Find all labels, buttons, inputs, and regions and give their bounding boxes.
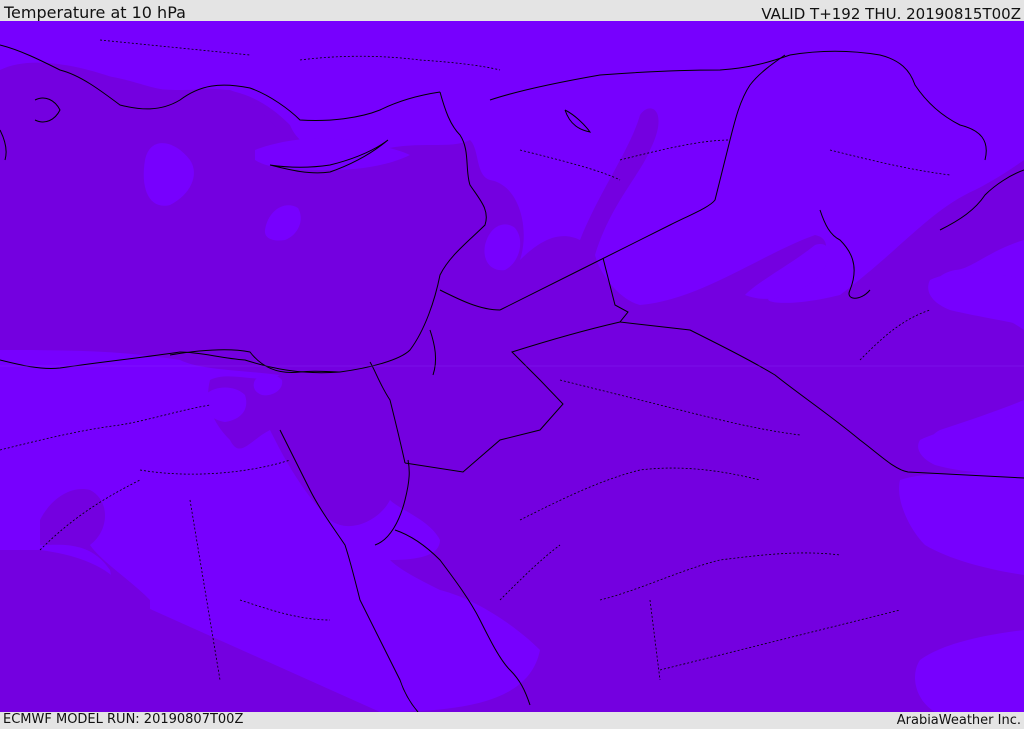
map-title: Temperature at 10 hPa [4,3,186,22]
header-bar: Temperature at 10 hPa VALID T+192 THU. 2… [0,0,1024,23]
temperature-map [0,21,1024,712]
model-run-label: ECMWF MODEL RUN: 20190807T00Z [3,712,244,727]
credit-label: ArabiaWeather Inc. [896,713,1021,728]
forecast-map-frame: Temperature at 10 hPa VALID T+192 THU. 2… [0,0,1024,729]
map-canvas [0,21,1024,712]
footer-bar: ECMWF MODEL RUN: 20190807T00Z ArabiaWeat… [0,712,1024,729]
